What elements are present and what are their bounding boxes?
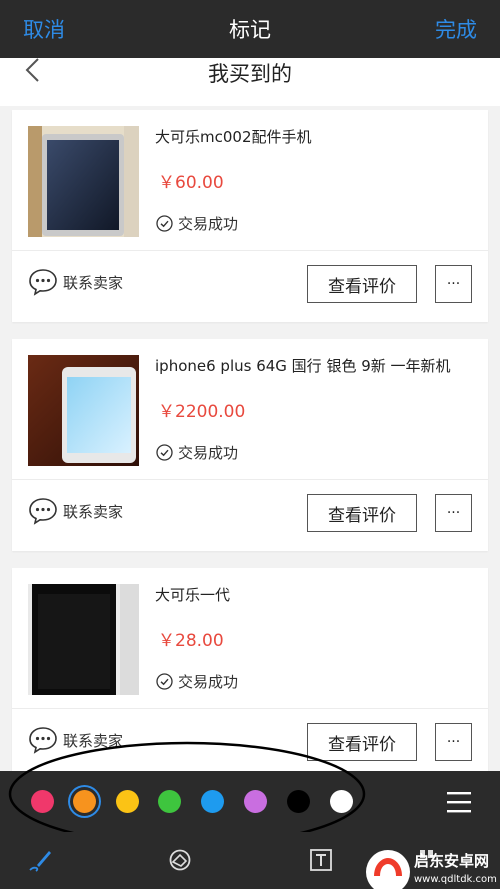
orders-header: 我买到的 (0, 58, 500, 106)
section-title: 我买到的 (208, 62, 292, 86)
color-swatch-green[interactable] (158, 790, 181, 813)
product-thumbnail[interactable] (28, 355, 139, 466)
divider (12, 708, 488, 709)
more-options-button[interactable]: ··· (435, 494, 472, 532)
page-title: 标记 (229, 18, 271, 42)
color-swatch-blue[interactable] (201, 790, 224, 813)
pen-icon[interactable] (26, 846, 54, 874)
product-title[interactable]: iphone6 plus 64G 国行 银色 9新 一年新机 (155, 355, 451, 376)
view-review-button[interactable]: 查看评价 (307, 265, 417, 303)
eraser-icon[interactable] (166, 846, 194, 874)
contact-seller-label: 联系卖家 (63, 731, 124, 750)
hamburger-menu-icon[interactable] (446, 789, 472, 815)
color-swatch-white[interactable] (330, 790, 353, 813)
color-swatch-purple[interactable] (244, 790, 267, 813)
done-button[interactable]: 完成 (435, 14, 477, 44)
product-thumbnail[interactable] (28, 584, 139, 695)
order-status-text: 交易成功 (178, 444, 239, 462)
color-swatch-pink[interactable] (31, 790, 54, 813)
chat-bubble-icon (29, 269, 57, 296)
divider (12, 479, 488, 480)
more-options-button[interactable]: ··· (435, 723, 472, 761)
view-review-button[interactable]: 查看评价 (307, 494, 417, 532)
site-watermark-logo: 启东安卓网 www.qdltdk.com (366, 850, 497, 889)
view-review-button[interactable]: 查看评价 (307, 723, 417, 761)
contact-seller-link[interactable]: 联系卖家 (28, 497, 123, 525)
contact-seller-label: 联系卖家 (63, 502, 124, 521)
order-status-text: 交易成功 (178, 673, 239, 691)
product-price: ￥60.00 (158, 173, 224, 193)
order-status: 交易成功 (156, 671, 238, 692)
color-swatch-yellow[interactable] (116, 790, 139, 813)
color-palette-bar (0, 771, 500, 832)
order-status-text: 交易成功 (178, 215, 239, 233)
svg-text:www.qdltdk.com: www.qdltdk.com (414, 874, 497, 885)
order-card: iphone6 plus 64G 国行 银色 9新 一年新机 ￥2200.00 … (12, 339, 488, 551)
chat-bubble-icon (29, 727, 57, 754)
product-title[interactable]: 大可乐一代 (155, 584, 230, 605)
check-circle-icon (156, 673, 173, 690)
product-thumbnail[interactable] (28, 126, 139, 237)
more-options-button[interactable]: ··· (435, 265, 472, 303)
contact-seller-link[interactable]: 联系卖家 (28, 726, 123, 754)
product-price: ￥2200.00 (158, 402, 246, 422)
svg-text:启东安卓网: 启东安卓网 (414, 852, 489, 870)
order-card: 大可乐mc002配件手机 ￥60.00 交易成功 联系卖家 查看评价 ··· (12, 110, 488, 322)
product-title[interactable]: 大可乐mc002配件手机 (155, 126, 312, 147)
text-icon[interactable] (307, 846, 335, 874)
order-card: 大可乐一代 ￥28.00 交易成功 联系卖家 查看评价 ··· (12, 568, 488, 780)
contact-seller-label: 联系卖家 (63, 273, 124, 292)
color-swatch-orange[interactable] (73, 790, 96, 813)
check-circle-icon (156, 215, 173, 232)
check-circle-icon (156, 444, 173, 461)
color-swatch-black[interactable] (287, 790, 310, 813)
chat-bubble-icon (29, 498, 57, 525)
order-status: 交易成功 (156, 213, 238, 234)
divider (12, 250, 488, 251)
product-price: ￥28.00 (158, 631, 224, 651)
order-status: 交易成功 (156, 442, 238, 463)
top-bar: 取消 标记 完成 (0, 0, 500, 58)
contact-seller-link[interactable]: 联系卖家 (28, 268, 123, 296)
